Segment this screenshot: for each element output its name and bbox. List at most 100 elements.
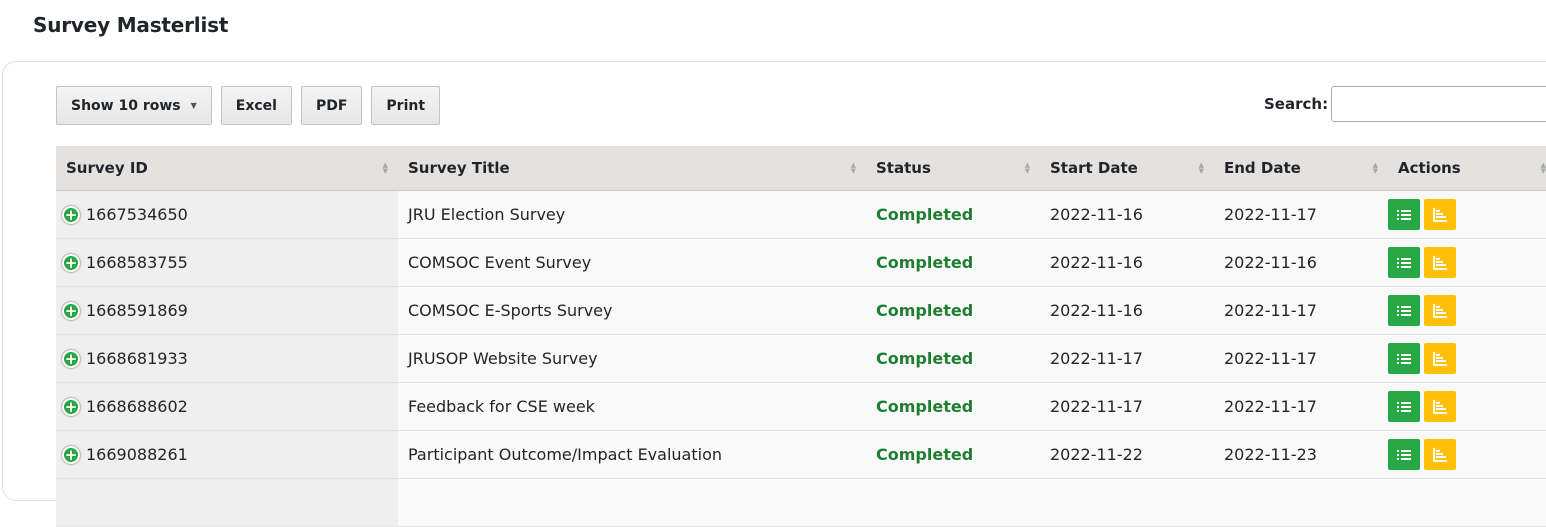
plus-circle-icon[interactable]: + (62, 205, 80, 224)
column-header-survey-title[interactable]: Survey Title ▲ ▼ (398, 146, 866, 190)
actions-cell (1388, 287, 1546, 334)
list-icon (1397, 305, 1411, 316)
list-icon (1397, 353, 1411, 364)
report-button[interactable] (1424, 439, 1456, 470)
start-date: 2022-11-17 (1050, 349, 1143, 368)
end-date: 2022-11-16 (1224, 253, 1317, 272)
start-date: 2022-11-16 (1050, 301, 1143, 320)
sort-icon: ▲ ▼ (1024, 161, 1030, 175)
end-date: 2022-11-17 (1224, 397, 1317, 416)
end-date: 2022-11-17 (1224, 301, 1317, 320)
survey-table: Survey ID ▲ ▼ Survey Title ▲ ▼ Status ▲ ▼ S… (56, 146, 1546, 527)
table-row: + 1668681933 JRUSOP Website Survey Compl… (56, 335, 1546, 383)
status-badge: Completed (876, 445, 974, 464)
plus-circle-icon[interactable]: + (62, 445, 80, 464)
actions-cell (1388, 335, 1546, 382)
column-header-end-date[interactable]: End Date ▲ ▼ (1214, 146, 1388, 190)
table-row: + 1669088261 Participant Outcome/Impact … (56, 431, 1546, 479)
survey-title: COMSOC E-Sports Survey (408, 301, 613, 320)
list-icon (1397, 209, 1411, 220)
survey-id-cell: + 1668681933 (56, 335, 398, 382)
bar-chart-icon (1433, 399, 1447, 414)
bar-chart-icon (1433, 207, 1447, 222)
search-label: Search: (1264, 95, 1329, 113)
pdf-button[interactable]: PDF (300, 86, 363, 125)
end-date: 2022-11-17 (1224, 349, 1317, 368)
table-row: + 1668583755 COMSOC Event Survey Complet… (56, 239, 1546, 287)
search-box: Search: (1264, 86, 1546, 122)
report-button[interactable] (1424, 199, 1456, 230)
view-list-button[interactable] (1388, 439, 1420, 470)
column-header-label: Start Date (1050, 159, 1138, 177)
plus-circle-icon[interactable]: + (62, 301, 80, 320)
sort-icon: ▲ ▼ (382, 161, 388, 175)
survey-id-cell: + 1667534650 (56, 191, 398, 238)
sort-icon: ▲ ▼ (1540, 161, 1546, 175)
sort-icon: ▲ ▼ (1372, 161, 1378, 175)
list-icon (1397, 401, 1411, 412)
status-badge: Completed (876, 397, 974, 416)
column-header-label: Survey ID (66, 159, 148, 177)
status-badge: Completed (876, 253, 974, 272)
status-badge: Completed (876, 205, 974, 224)
column-header-label: Actions (1398, 159, 1461, 177)
show-rows-label: Show 10 rows (71, 97, 181, 114)
status-badge: Completed (876, 301, 974, 320)
view-list-button[interactable] (1388, 295, 1420, 326)
survey-title: JRU Election Survey (408, 205, 566, 224)
survey-id: 1668681933 (86, 349, 188, 368)
report-button[interactable] (1424, 343, 1456, 374)
excel-button[interactable]: Excel (220, 86, 292, 125)
table-row: + 1667534650 JRU Election Survey Complet… (56, 191, 1546, 239)
report-button[interactable] (1424, 247, 1456, 278)
caret-down-icon: ▼ (190, 101, 197, 110)
start-date: 2022-11-16 (1050, 205, 1143, 224)
table-row: + 1668591869 COMSOC E-Sports Survey Comp… (56, 287, 1546, 335)
search-input[interactable] (1331, 86, 1546, 122)
actions-cell (1388, 191, 1546, 238)
table-row: + 1668688602 Feedback for CSE week Compl… (56, 383, 1546, 431)
bar-chart-icon (1433, 351, 1447, 366)
survey-id: 1668583755 (86, 253, 188, 272)
report-button[interactable] (1424, 295, 1456, 326)
column-header-status[interactable]: Status ▲ ▼ (866, 146, 1040, 190)
list-icon (1397, 257, 1411, 268)
view-list-button[interactable] (1388, 391, 1420, 422)
table-row-partial (56, 479, 1546, 527)
list-icon (1397, 449, 1411, 460)
survey-id-cell: + 1669088261 (56, 431, 398, 478)
sort-icon: ▲ ▼ (850, 161, 856, 175)
column-header-survey-id[interactable]: Survey ID ▲ ▼ (56, 146, 398, 190)
actions-cell (1388, 431, 1546, 478)
survey-id-cell: + 1668688602 (56, 383, 398, 430)
view-list-button[interactable] (1388, 247, 1420, 278)
survey-id: 1668591869 (86, 301, 188, 320)
table-header: Survey ID ▲ ▼ Survey Title ▲ ▼ Status ▲ ▼ S… (56, 146, 1546, 191)
plus-circle-icon[interactable]: + (62, 349, 80, 368)
view-list-button[interactable] (1388, 343, 1420, 374)
plus-circle-icon[interactable]: + (62, 397, 80, 416)
survey-title: JRUSOP Website Survey (408, 349, 598, 368)
survey-id-cell: + 1668591869 (56, 287, 398, 334)
actions-cell (1388, 383, 1546, 430)
survey-id: 1668688602 (86, 397, 188, 416)
plus-circle-icon[interactable]: + (62, 253, 80, 272)
report-button[interactable] (1424, 391, 1456, 422)
survey-id: 1669088261 (86, 445, 188, 464)
end-date: 2022-11-23 (1224, 445, 1317, 464)
end-date: 2022-11-17 (1224, 205, 1317, 224)
survey-title: COMSOC Event Survey (408, 253, 592, 272)
start-date: 2022-11-16 (1050, 253, 1143, 272)
survey-id-cell (56, 479, 398, 526)
page-title: Survey Masterlist (33, 13, 229, 37)
column-header-start-date[interactable]: Start Date ▲ ▼ (1040, 146, 1214, 190)
view-list-button[interactable] (1388, 199, 1420, 230)
print-button[interactable]: Print (371, 86, 441, 125)
show-rows-dropdown[interactable]: Show 10 rows ▼ (56, 86, 212, 125)
column-header-actions[interactable]: Actions ▲ ▼ (1388, 146, 1546, 190)
column-header-label: End Date (1224, 159, 1301, 177)
bar-chart-icon (1433, 303, 1447, 318)
survey-id: 1667534650 (86, 205, 188, 224)
column-header-label: Survey Title (408, 159, 510, 177)
survey-title: Feedback for CSE week (408, 397, 595, 416)
